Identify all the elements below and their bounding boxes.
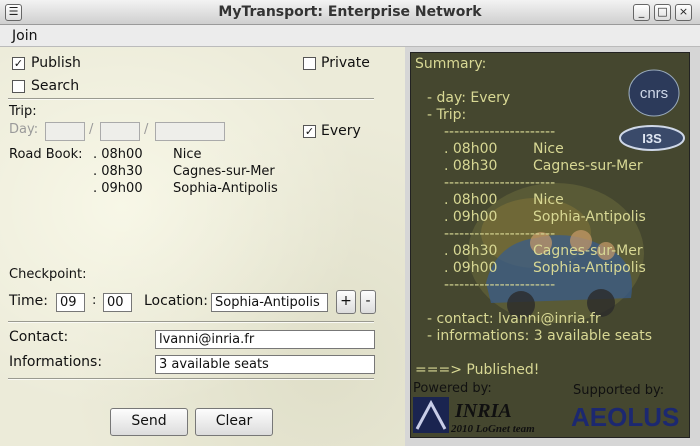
menu-join[interactable]: Join xyxy=(12,28,37,44)
add-checkpoint-button[interactable]: + xyxy=(336,290,356,314)
hour-field[interactable]: 09 xyxy=(56,293,85,312)
roadbook-place: Sophia-Antipolis xyxy=(173,181,278,196)
form-panel: ✓ Publish Search Private Trip: Day: / / … xyxy=(0,47,405,446)
summary-heading: Summary: xyxy=(415,56,487,72)
title-bar: ☰ MyTransport: Enterprise Network _ □ × xyxy=(0,0,700,25)
powered-by-label: Powered by: xyxy=(413,381,492,396)
maximize-button[interactable]: □ xyxy=(654,4,671,21)
svg-text:I3S: I3S xyxy=(642,131,662,146)
aeolus-logo: AEOLUS xyxy=(571,402,679,432)
date-separator: / xyxy=(144,122,149,137)
roadbook-time: . 08h30 xyxy=(93,164,143,179)
summary-status: ===> Published! xyxy=(415,362,540,378)
svg-text:AEOLUS: AEOLUS xyxy=(571,402,679,432)
menu-bar: Join xyxy=(0,25,700,47)
svg-text:cnrs: cnrs xyxy=(640,85,668,102)
supported-by-label: Supported by: xyxy=(573,383,665,398)
day-field[interactable] xyxy=(45,122,85,141)
month-field[interactable] xyxy=(100,122,140,141)
roadbook-place: Cagnes-sur-Mer xyxy=(173,164,275,179)
every-label: Every xyxy=(321,123,361,139)
summary-divider: ---------------------- xyxy=(444,175,556,191)
close-button[interactable]: × xyxy=(675,4,692,21)
summary-contact: - contact: lvanni@inria.fr xyxy=(427,311,601,327)
publish-label: Publish xyxy=(31,55,81,71)
summary-line: . 08h00 Nice xyxy=(444,192,564,208)
summary-line: . 08h30 Cagnes-sur-Mer xyxy=(444,158,643,174)
clear-button[interactable]: Clear xyxy=(195,408,273,436)
date-separator: / xyxy=(89,122,94,137)
contact-field[interactable]: lvanni@inria.fr xyxy=(155,330,375,349)
minimize-button[interactable]: _ xyxy=(633,4,650,21)
summary-line: . 09h00 Sophia-Antipolis xyxy=(444,209,646,225)
roadbook-label: Road Book: xyxy=(9,147,83,162)
send-button[interactable]: Send xyxy=(110,408,188,436)
summary-line: . 09h00 Sophia-Antipolis xyxy=(444,260,646,276)
trip-label: Trip: xyxy=(9,104,37,119)
year-field[interactable] xyxy=(155,122,225,141)
i3s-logo: I3S xyxy=(619,125,685,151)
summary-divider: ---------------------- xyxy=(444,277,556,293)
roadbook-place: Nice xyxy=(173,147,202,162)
minute-field[interactable]: 00 xyxy=(103,293,132,312)
svg-text:2010 LoGnet team: 2010 LoGnet team xyxy=(450,423,535,435)
summary-line: . 08h00 Nice xyxy=(444,141,564,157)
summary-panel: cnrs I3S Summary: - day: Every - Trip: -… xyxy=(410,52,690,438)
time-label: Time: xyxy=(9,293,48,309)
search-checkbox[interactable] xyxy=(12,80,25,93)
summary-informations: - informations: 3 available seats xyxy=(427,328,653,344)
roadbook-time: . 08h00 xyxy=(93,147,143,162)
separator xyxy=(8,98,374,100)
cnrs-logo: cnrs xyxy=(628,69,680,117)
inria-logo: INRIA 2010 LoGnet team xyxy=(413,397,535,435)
informations-label: Informations: xyxy=(9,354,103,370)
summary-divider: ---------------------- xyxy=(444,226,556,242)
separator xyxy=(8,321,374,323)
location-label: Location: xyxy=(144,293,208,309)
checkpoint-label: Checkpoint: xyxy=(9,267,87,282)
svg-text:INRIA: INRIA xyxy=(454,400,512,422)
every-checkbox[interactable]: ✓ xyxy=(303,125,316,138)
publish-checkbox[interactable]: ✓ xyxy=(12,57,25,70)
day-label: Day: xyxy=(9,122,39,137)
contact-label: Contact: xyxy=(9,329,69,345)
summary-line: - Trip: xyxy=(427,107,467,123)
search-label: Search xyxy=(31,78,80,94)
separator xyxy=(8,378,374,380)
private-label: Private xyxy=(321,55,370,71)
summary-line: - day: Every xyxy=(427,90,511,106)
remove-checkpoint-button[interactable]: - xyxy=(360,290,376,314)
location-field[interactable]: Sophia-Antipolis xyxy=(211,293,328,312)
time-colon: : xyxy=(92,293,97,308)
informations-field[interactable]: 3 available seats xyxy=(155,355,375,374)
window-title: MyTransport: Enterprise Network xyxy=(218,4,482,20)
summary-line: . 08h30 Cagnes-sur-Mer xyxy=(444,243,643,259)
private-checkbox[interactable] xyxy=(303,57,316,70)
roadbook-time: . 09h00 xyxy=(93,181,143,196)
summary-divider: ---------------------- xyxy=(444,124,556,140)
